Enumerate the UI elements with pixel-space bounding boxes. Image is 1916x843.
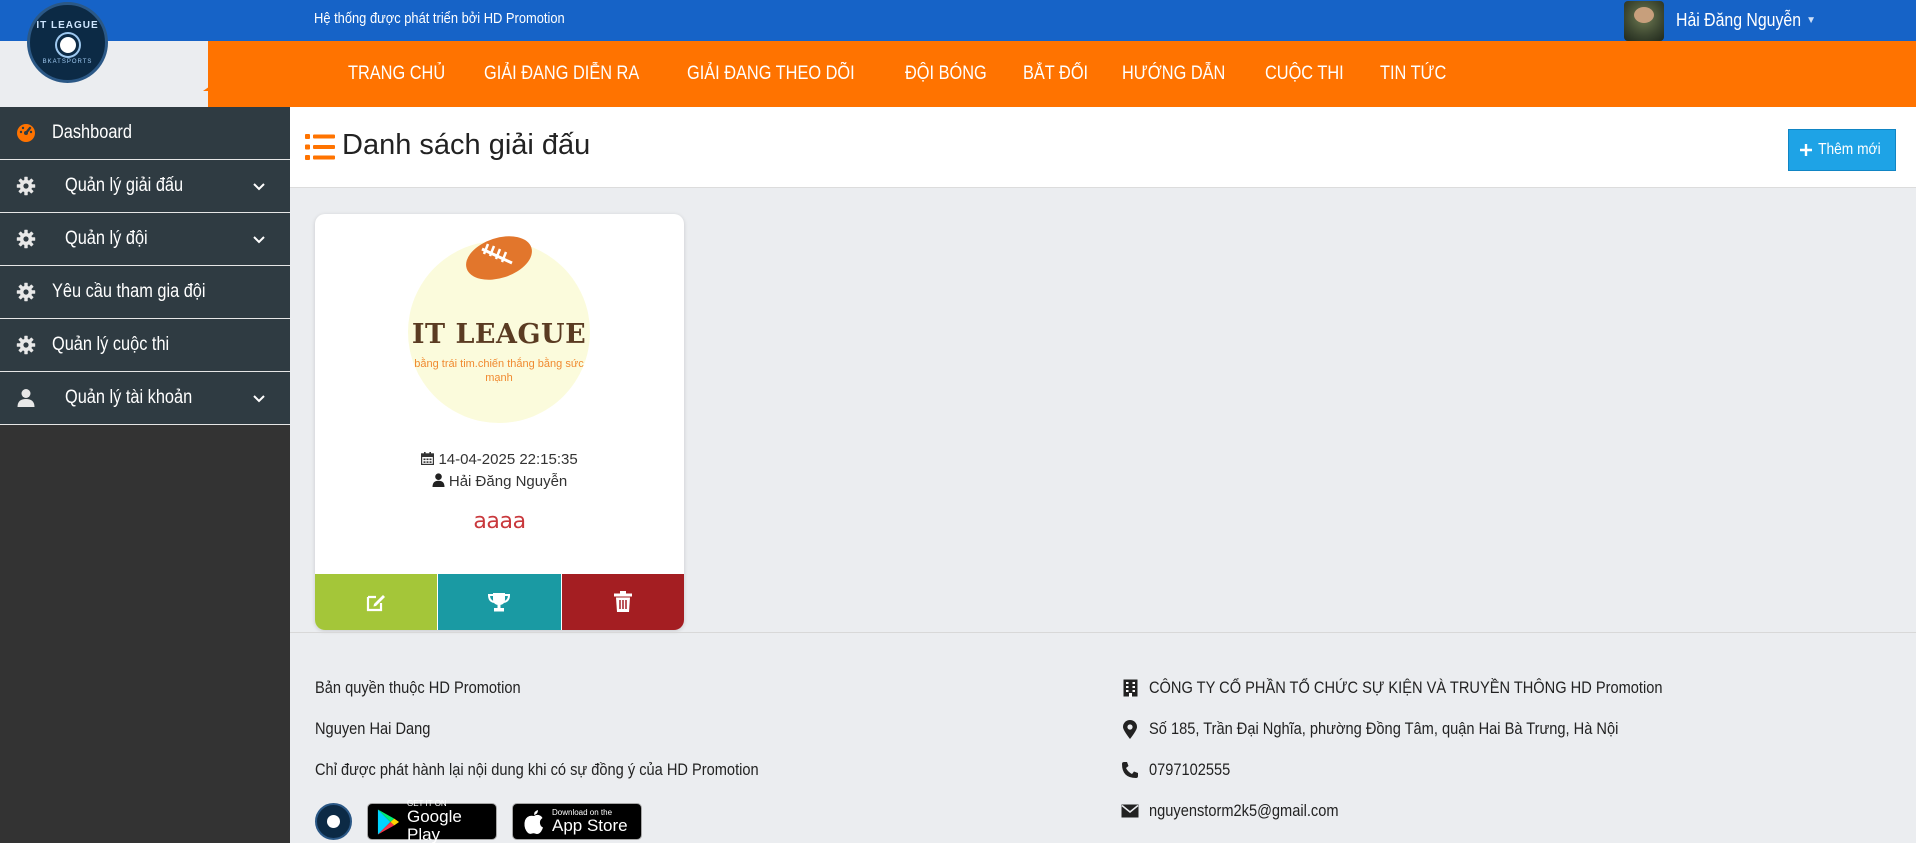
google-play-big-text: Google Play (406, 807, 462, 843)
footer-logo[interactable] (315, 803, 352, 840)
sidebar-item-dashboard[interactable]: Dashboard (0, 107, 290, 160)
envelope-icon (1120, 801, 1140, 821)
footer-email[interactable]: nguyenstorm2k5@gmail.com (1149, 801, 1339, 821)
tournament-author: Hải Đăng Nguyễn (315, 473, 684, 490)
trophy-button[interactable] (437, 574, 562, 630)
chevron-down-icon (252, 390, 266, 412)
logo-text: IT LEAGUE (36, 20, 99, 31)
building-icon (1120, 678, 1140, 698)
nav-contests[interactable]: CUỘC THI (1265, 63, 1344, 85)
edit-icon (367, 595, 386, 612)
gear-icon (16, 176, 36, 196)
page-title: Danh sách giải đấu (342, 129, 591, 161)
nav-followed-tournaments[interactable]: GIẢI ĐANG THEO DÕI (687, 63, 855, 85)
tournament-logo-slogan: bằng trái tim.chiến thắng bằng sức mạnh (414, 358, 584, 384)
user-name[interactable]: Hải Đăng Nguyễn (1676, 10, 1801, 31)
gear-icon (16, 282, 36, 302)
nav-ongoing-tournaments[interactable]: GIẢI ĐANG DIỄN RA (484, 63, 639, 85)
user-avatar[interactable] (1624, 0, 1664, 41)
footer-phone-row: 0797102555 (1120, 760, 1244, 780)
caret-down-icon[interactable]: ▼ (1806, 15, 1816, 26)
footer-address-row: Số 185, Trần Đại Nghĩa, phường Đồng Tâm,… (1120, 719, 1695, 739)
map-marker-icon (1120, 719, 1140, 739)
footer-divider (290, 632, 1916, 633)
tournament-logo: IT LEAGUE bằng trái tim.chiến thắng bằng… (408, 236, 590, 423)
phone-icon (1120, 760, 1140, 780)
tournament-actions (315, 574, 684, 630)
footer-company-row: CÔNG TY CỔ PHẦN TỔ CHỨC SỰ KIỆN VÀ TRUYỀ… (1120, 678, 1746, 698)
sidebar-item-account-management[interactable]: Quản lý tài khoản (0, 372, 290, 425)
google-play-icon (377, 809, 400, 834)
google-play-badge[interactable]: GET IT ON Google Play (367, 799, 497, 843)
american-football-icon (466, 236, 532, 280)
footer-copyright: Bản quyền thuộc HD Promotion (315, 678, 521, 697)
user-icon (16, 388, 36, 408)
nav-news[interactable]: TIN TỨC (1380, 63, 1446, 85)
it-league-logo[interactable]: IT LEAGUE BKATSPORTS (27, 2, 108, 83)
dashboard-icon (16, 123, 36, 143)
tournament-card[interactable]: IT LEAGUE bằng trái tim.chiến thắng bằng… (315, 214, 684, 630)
footer-email-row: nguyenstorm2k5@gmail.com (1120, 801, 1369, 821)
sidebar-item-contest-management[interactable]: Quản lý cuộc thi (0, 319, 290, 372)
footer-phone[interactable]: 0797102555 (1149, 760, 1230, 780)
chevron-down-icon (252, 231, 266, 253)
edit-button[interactable] (315, 574, 438, 630)
sidebar-item-label: Quản lý tài khoản (65, 387, 193, 408)
sidebar-item-team-management[interactable]: Quản lý đội (0, 213, 290, 266)
chevron-down-icon (252, 178, 266, 200)
tournament-logo-title: IT LEAGUE (411, 319, 587, 350)
nav-guide[interactable]: HƯỚNG DẪN (1122, 63, 1225, 85)
top-bar: Hệ thống được phát triển bởi HD Promotio… (0, 0, 1916, 41)
calendar-icon (421, 452, 435, 466)
trash-icon (613, 591, 632, 612)
list-icon (305, 134, 335, 165)
logo-subtext: BKATSPORTS (42, 59, 93, 65)
sidebar-item-tournament-management[interactable]: Quản lý giải đấu (0, 160, 290, 213)
nav-teams[interactable]: ĐỘI BÓNG (905, 63, 987, 85)
system-developer-text: Hệ thống được phát triển bởi HD Promotio… (314, 10, 565, 27)
sidebar-item-label: Dashboard (52, 122, 132, 143)
trophy-icon (488, 593, 511, 612)
sidebar-item-label: Quản lý giải đấu (65, 175, 184, 196)
app-store-big-text: App Store (552, 816, 628, 835)
tournament-author-text: Hải Đăng Nguyễn (448, 473, 568, 490)
main-navbar: TRANG CHỦ GIẢI ĐANG DIỄN RA GIẢI ĐANG TH… (208, 41, 1916, 107)
user-menu[interactable]: Hải Đăng Nguyễn ▼ (1624, 0, 1816, 41)
gear-icon (16, 229, 36, 249)
apple-icon (524, 809, 543, 834)
tournament-date: 14-04-2025 22:15:35 (315, 451, 684, 468)
sidebar-item-label: Quản lý đội (65, 228, 148, 249)
tournament-date-text: 14-04-2025 22:15:35 (438, 451, 578, 468)
user-icon (432, 473, 445, 487)
footer-notice: Chỉ được phát hành lại nội dung khi có s… (315, 760, 759, 779)
sidebar-item-label: Yêu cầu tham gia đội (52, 281, 206, 302)
sidebar: Dashboard Quản lý giải đấu Quản lý đội Y… (0, 107, 290, 843)
footer-author: Nguyen Hai Dang (315, 719, 431, 738)
add-new-label: Thêm mới (1817, 141, 1881, 158)
nav-home[interactable]: TRANG CHỦ (348, 63, 445, 85)
footer-company: CÔNG TY CỔ PHẦN TỔ CHỨC SỰ KIỆN VÀ TRUYỀ… (1149, 678, 1663, 697)
gear-icon (16, 335, 36, 355)
tournament-name[interactable]: aaaa (315, 509, 684, 534)
soccer-ball-icon (56, 34, 79, 56)
sidebar-item-label: Quản lý cuộc thi (52, 334, 170, 355)
add-new-button[interactable]: Thêm mới (1788, 129, 1896, 171)
delete-button[interactable] (561, 574, 684, 630)
footer-address: Số 185, Trần Đại Nghĩa, phường Đồng Tâm,… (1149, 719, 1619, 738)
app-store-badge[interactable]: Download on the App Store (512, 803, 642, 840)
plus-icon (1799, 144, 1812, 156)
sidebar-item-team-join-requests[interactable]: Yêu cầu tham gia đội (0, 266, 290, 319)
page-header: Danh sách giải đấu Thêm mới (290, 107, 1916, 188)
nav-match-finder[interactable]: BẮT ĐỐI (1023, 63, 1088, 85)
